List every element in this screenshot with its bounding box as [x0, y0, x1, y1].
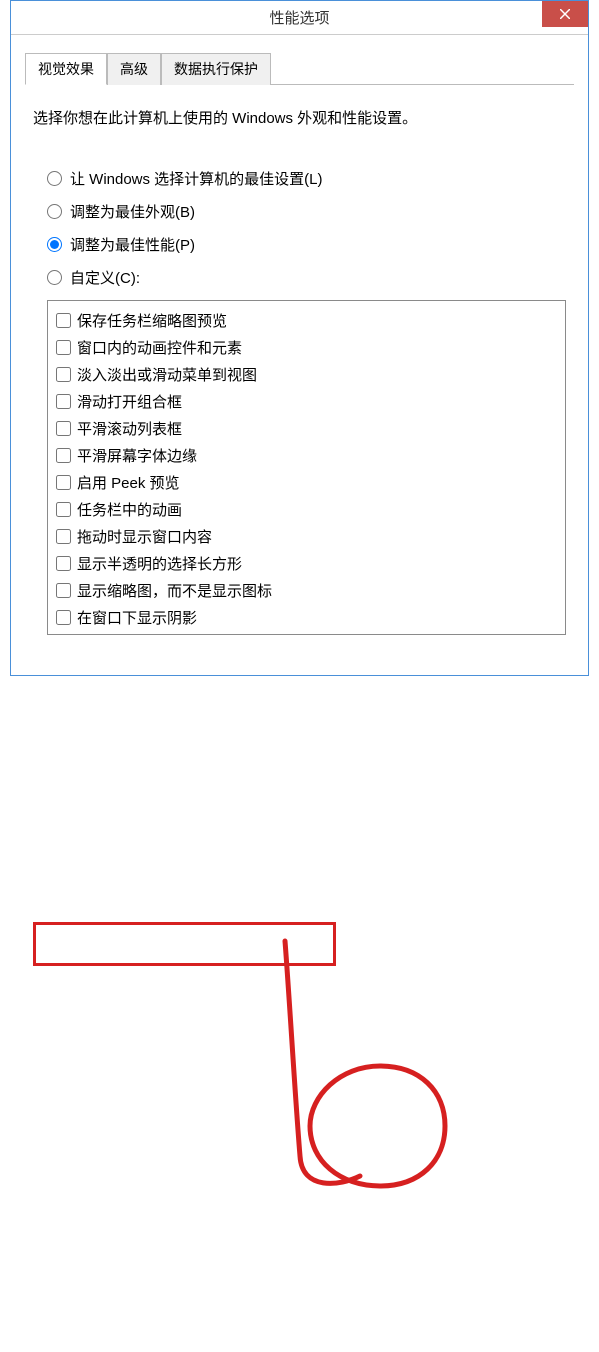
checkbox-input[interactable] [56, 475, 71, 490]
tab-advanced[interactable]: 高级 [107, 53, 161, 85]
annotation-red-box [33, 922, 336, 966]
close-button[interactable] [542, 1, 588, 27]
checkbox-input[interactable] [56, 583, 71, 598]
checkbox-input[interactable] [56, 367, 71, 382]
tab-content-visual-effects: 选择你想在此计算机上使用的 Windows 外观和性能设置。 让 Windows… [25, 85, 574, 635]
tab-strip: 视觉效果 高级 数据执行保护 [25, 53, 574, 85]
description-text: 选择你想在此计算机上使用的 Windows 外观和性能设置。 [33, 107, 566, 128]
checkbox-item: 在窗口下显示阴影 [56, 604, 557, 631]
checkbox-item: 平滑屏幕字体边缘 [56, 442, 557, 469]
checkbox-label[interactable]: 启用 Peek 预览 [77, 472, 180, 493]
radio-let-windows-input[interactable] [47, 171, 62, 186]
radio-best-appearance: 调整为最佳外观(B) [47, 201, 566, 222]
checkbox-label[interactable]: 滑动打开组合框 [77, 391, 182, 412]
checkbox-item: 显示半透明的选择长方形 [56, 550, 557, 577]
checkbox-item: 滑动打开组合框 [56, 388, 557, 415]
checkbox-item: 任务栏中的动画 [56, 496, 557, 523]
checkbox-input[interactable] [56, 610, 71, 625]
checkbox-input[interactable] [56, 448, 71, 463]
checkbox-item: 拖动时显示窗口内容 [56, 523, 557, 550]
checkbox-input[interactable] [56, 556, 71, 571]
checkbox-item: 显示缩略图，而不是显示图标 [56, 577, 557, 604]
checkbox-item: 平滑滚动列表框 [56, 415, 557, 442]
checkbox-item: 启用 Peek 预览 [56, 469, 557, 496]
checkbox-item: 窗口内的动画控件和元素 [56, 334, 557, 361]
checkbox-item: 淡入淡出或滑动菜单到视图 [56, 361, 557, 388]
checkbox-list[interactable]: 保存任务栏缩略图预览 窗口内的动画控件和元素 淡入淡出或滑动菜单到视图 滑动打开… [47, 300, 566, 635]
checkbox-input[interactable] [56, 529, 71, 544]
checkbox-input[interactable] [56, 502, 71, 517]
checkbox-label[interactable]: 任务栏中的动画 [77, 499, 182, 520]
radio-best-performance: 调整为最佳性能(P) [47, 234, 566, 255]
checkbox-item: 保存任务栏缩略图预览 [56, 307, 557, 334]
checkbox-label[interactable]: 显示半透明的选择长方形 [77, 553, 242, 574]
checkbox-label[interactable]: 平滑滚动列表框 [77, 418, 182, 439]
performance-options-window: 性能选项 视觉效果 高级 数据执行保护 选择你想在此计算机上使用的 Window… [10, 0, 589, 676]
checkbox-label[interactable]: 显示缩略图，而不是显示图标 [77, 580, 272, 601]
radio-let-windows: 让 Windows 选择计算机的最佳设置(L) [47, 168, 566, 189]
radio-custom: 自定义(C): [47, 267, 566, 288]
checkbox-input[interactable] [56, 421, 71, 436]
checkbox-label[interactable]: 平滑屏幕字体边缘 [77, 445, 197, 466]
checkbox-input[interactable] [56, 340, 71, 355]
radio-custom-label[interactable]: 自定义(C): [70, 267, 140, 288]
close-icon [560, 9, 570, 19]
checkbox-label[interactable]: 保存任务栏缩略图预览 [77, 310, 227, 331]
radio-best-appearance-label[interactable]: 调整为最佳外观(B) [70, 201, 195, 222]
radio-group: 让 Windows 选择计算机的最佳设置(L) 调整为最佳外观(B) 调整为最佳… [47, 168, 566, 288]
annotation-arrow-circle [0, 676, 599, 1352]
titlebar: 性能选项 [11, 1, 588, 35]
checkbox-input[interactable] [56, 394, 71, 409]
tab-visual-effects[interactable]: 视觉效果 [25, 53, 107, 85]
radio-best-appearance-input[interactable] [47, 204, 62, 219]
checkbox-input[interactable] [56, 313, 71, 328]
tab-dep[interactable]: 数据执行保护 [161, 53, 271, 85]
radio-custom-input[interactable] [47, 270, 62, 285]
radio-best-performance-input[interactable] [47, 237, 62, 252]
checkbox-label[interactable]: 拖动时显示窗口内容 [77, 526, 212, 547]
checkbox-label[interactable]: 在窗口下显示阴影 [77, 607, 197, 628]
checkbox-label[interactable]: 窗口内的动画控件和元素 [77, 337, 242, 358]
window-content: 视觉效果 高级 数据执行保护 选择你想在此计算机上使用的 Windows 外观和… [11, 35, 588, 635]
window-title: 性能选项 [269, 7, 329, 28]
radio-best-performance-label[interactable]: 调整为最佳性能(P) [70, 234, 195, 255]
checkbox-label[interactable]: 淡入淡出或滑动菜单到视图 [77, 364, 257, 385]
radio-let-windows-label[interactable]: 让 Windows 选择计算机的最佳设置(L) [70, 168, 323, 189]
